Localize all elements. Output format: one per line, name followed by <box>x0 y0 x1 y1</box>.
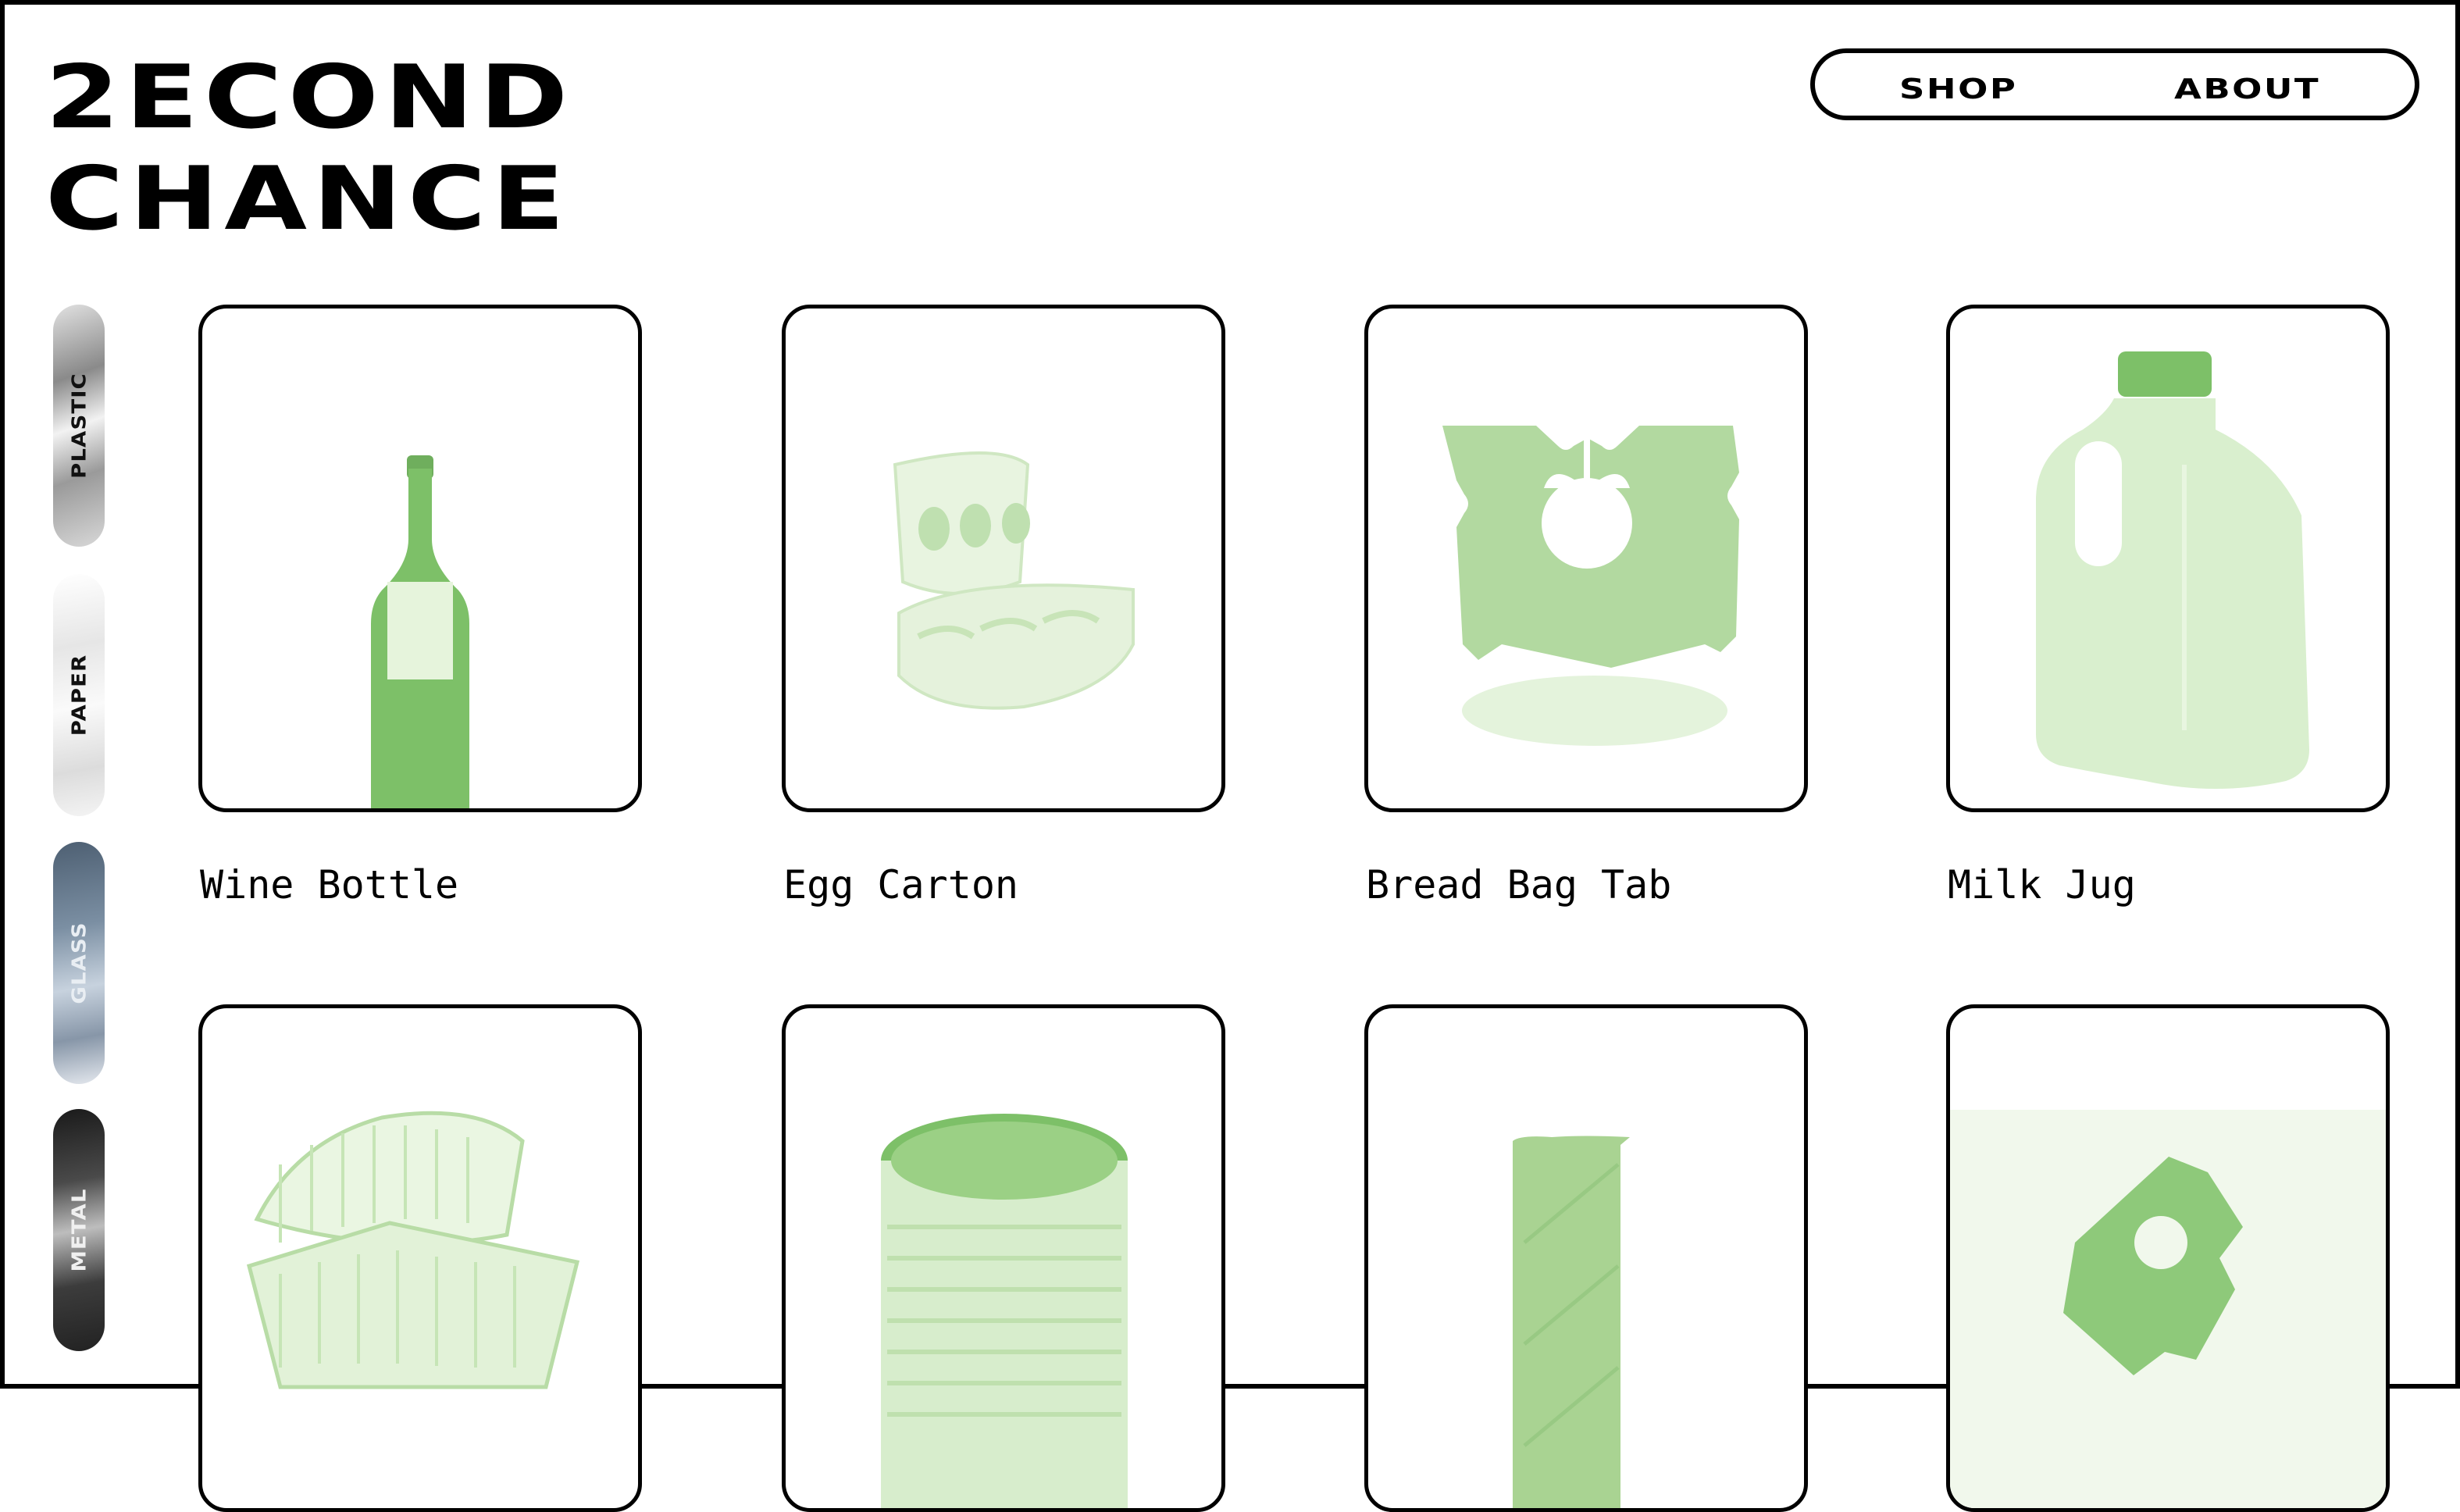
product-card-paper-tube[interactable] <box>1364 1004 1808 1512</box>
logo-line-1: 2ECOND <box>45 47 574 148</box>
product-card-milk-jug[interactable] <box>1946 305 2390 812</box>
product-card-bread-bag-tab-2[interactable] <box>1946 1004 2390 1512</box>
category-plastic[interactable]: PLASTIC <box>53 305 105 547</box>
milk-jug-icon <box>2036 351 2309 789</box>
site-logo[interactable]: 2ECOND CHANCE <box>45 47 574 250</box>
egg-carton-icon <box>893 451 1135 710</box>
bread-bag-tab-icon <box>1442 426 1739 746</box>
bread-bag-tab-icon <box>1950 1110 2386 1508</box>
product-card-clamshell[interactable] <box>198 1004 642 1512</box>
logo-line-2: CHANCE <box>45 148 571 250</box>
nav-shop-link[interactable]: SHOP <box>1899 73 2017 105</box>
category-metal[interactable]: METAL <box>53 1109 105 1351</box>
product-name[interactable]: Bread Bag Tab <box>1366 862 1671 908</box>
paper-tube-icon <box>1513 1136 1630 1508</box>
product-card-bread-bag-tab[interactable] <box>1364 305 1808 812</box>
product-card-tin-can[interactable] <box>782 1004 1225 1512</box>
category-label: PAPER <box>67 654 91 736</box>
category-label: METAL <box>67 1188 91 1272</box>
product-name[interactable]: Egg Carton <box>783 862 1018 908</box>
category-label: GLASS <box>67 922 91 1004</box>
product-name[interactable]: Wine Bottle <box>200 862 458 908</box>
wine-bottle-icon <box>371 455 469 808</box>
nav-about-link[interactable]: ABOUT <box>2174 73 2320 105</box>
category-label: PLASTIC <box>67 373 91 479</box>
product-name[interactable]: Milk Jug <box>1948 862 2136 908</box>
product-card-wine-bottle[interactable] <box>198 305 642 812</box>
main-nav: SHOP ABOUT <box>1810 48 2419 120</box>
clamshell-container-icon <box>246 1111 580 1389</box>
category-paper[interactable]: PAPER <box>53 574 105 816</box>
product-card-egg-carton[interactable] <box>782 305 1225 812</box>
tin-can-icon <box>881 1114 1128 1508</box>
category-glass[interactable]: GLASS <box>53 842 105 1084</box>
